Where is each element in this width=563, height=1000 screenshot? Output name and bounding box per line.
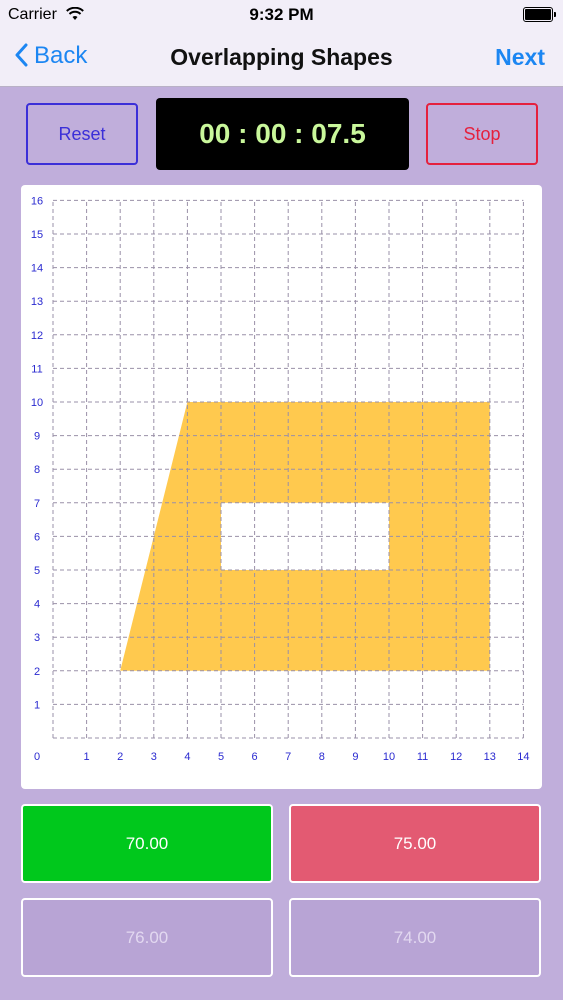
x-tick-label: 8 [319, 751, 325, 763]
answer-option-2[interactable]: 75.00 [289, 804, 541, 883]
x-tick-label: 4 [184, 751, 190, 763]
answer-option-4[interactable]: 74.00 [289, 898, 541, 977]
navigation-bar: Back Overlapping Shapes Next [0, 30, 563, 87]
battery-icon [523, 7, 556, 22]
y-tick-label: 15 [31, 229, 43, 241]
answer-option-3[interactable]: 76.00 [21, 898, 273, 977]
page-title: Overlapping Shapes [170, 44, 393, 70]
y-tick-label: 16 [31, 195, 43, 207]
y-tick-label: 3 [34, 632, 40, 644]
x-tick-label: 7 [285, 751, 291, 763]
x-tick-label: 3 [151, 751, 157, 763]
x-tick-label: 11 [417, 751, 428, 763]
coordinate-grid: 0 1 2 3 4 5 6 7 8 9 10 11 12 13 1412345678910111213141… [31, 195, 530, 763]
y-tick-label: 12 [31, 330, 43, 342]
x-tick-label: 5 [218, 751, 224, 763]
x-tick-label: 1 [84, 751, 90, 763]
y-tick-label: 10 [31, 397, 43, 409]
y-tick-label: 1 [34, 699, 40, 711]
y-tick-label: 4 [34, 599, 40, 611]
x-tick-label: 10 [383, 751, 395, 763]
x-tick-label: 13 [484, 751, 496, 763]
x-tick-label: 14 [517, 751, 529, 763]
y-tick-label: 11 [31, 363, 42, 375]
status-bar: Carrier 9:32 PM [0, 0, 563, 30]
reset-button[interactable]: Reset [26, 103, 138, 165]
x-tick-label: 0 [34, 751, 40, 763]
next-button[interactable]: Next [495, 44, 545, 71]
y-tick-label: 6 [34, 531, 40, 543]
y-tick-label: 5 [34, 565, 40, 577]
x-tick-label: 6 [252, 751, 258, 763]
x-tick-label: 2 [117, 751, 123, 763]
answer-option-1[interactable]: 70.00 [21, 804, 273, 883]
x-tick-label: 12 [450, 751, 462, 763]
y-tick-label: 9 [34, 431, 40, 443]
y-tick-label: 7 [34, 498, 40, 510]
status-time: 9:32 PM [249, 5, 314, 24]
y-tick-label: 8 [34, 464, 40, 476]
stop-button[interactable]: Stop [426, 103, 538, 165]
y-tick-label: 2 [34, 666, 40, 678]
y-tick-label: 13 [31, 296, 43, 308]
y-tick-label: 14 [31, 263, 43, 275]
x-tick-label: 9 [352, 751, 358, 763]
grid-panel: 0 1 2 3 4 5 6 7 8 9 10 11 12 13 14 1 2 3 4 5 6 7 8 9 10 11 12 13 14 1… [21, 185, 542, 789]
timer-display: 00 : 00 : 07.5 [156, 98, 409, 170]
